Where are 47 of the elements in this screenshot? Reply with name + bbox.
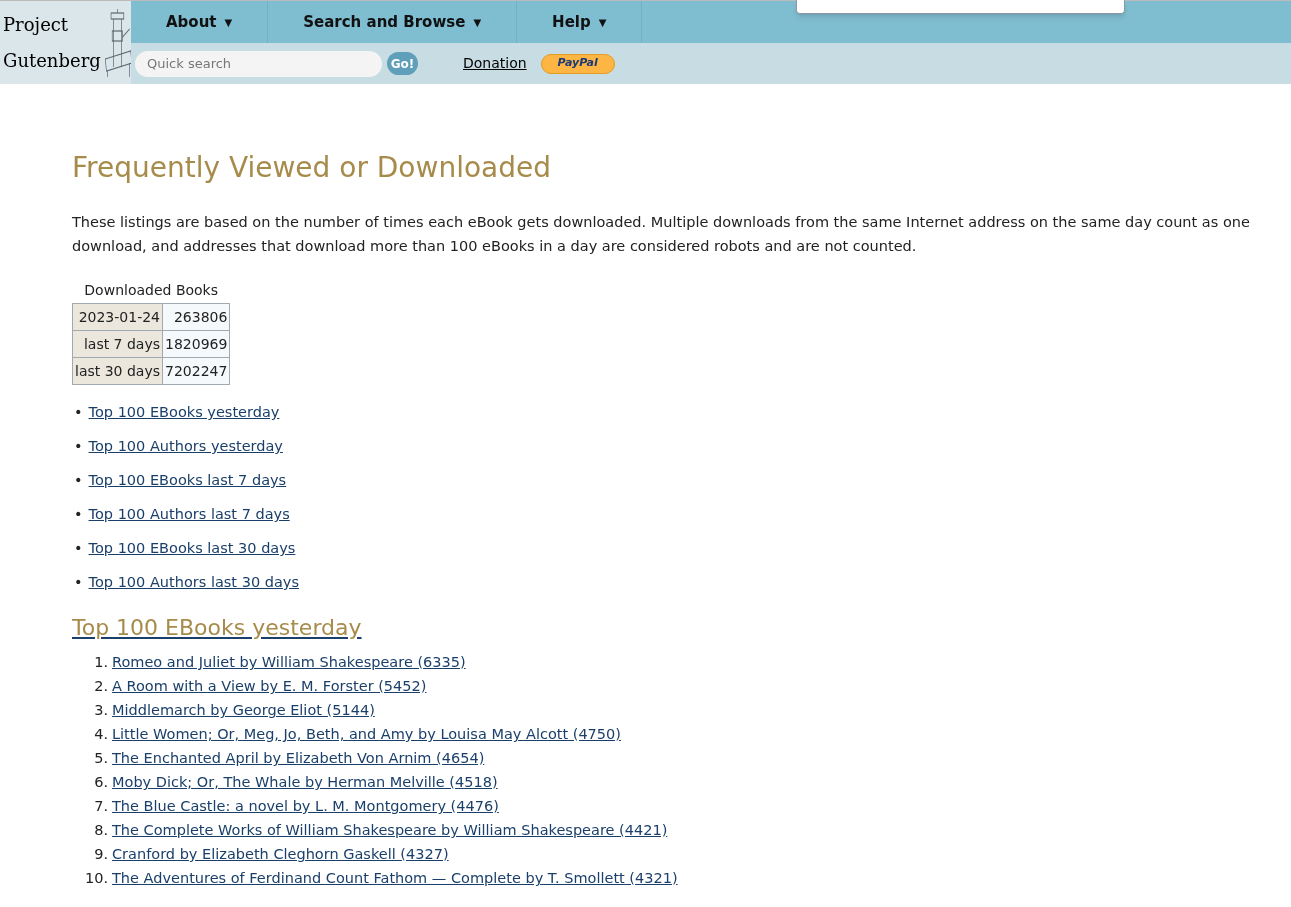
table-header-cell: last 30 days bbox=[72, 357, 163, 385]
list-number: 1. bbox=[93, 653, 109, 673]
book-link[interactable]: Cranford by Elizabeth Cleghorn Gaskell (4327) bbox=[112, 844, 449, 866]
book-link[interactable]: A Room with a View by E. M. Forster (5452) bbox=[112, 676, 427, 698]
listing-link[interactable]: Top 100 EBooks last 30 days bbox=[88, 538, 296, 560]
logo-text: Gutenberg bbox=[3, 48, 101, 73]
bullet: • bbox=[74, 403, 83, 423]
table-header-cell: last 7 days bbox=[72, 330, 163, 358]
list-number: 2. bbox=[93, 677, 109, 697]
search-field[interactable]: Quick search bbox=[135, 50, 382, 77]
donation-link[interactable]: Donation bbox=[463, 53, 527, 74]
listing-link[interactable]: Top 100 Authors yesterday bbox=[88, 436, 283, 458]
bullet: • bbox=[74, 437, 83, 457]
table-cell: 7202247 bbox=[162, 357, 230, 385]
list-number: 8. bbox=[93, 821, 109, 841]
paypal-button[interactable]: PayPal bbox=[540, 53, 615, 74]
bullet: • bbox=[74, 505, 83, 525]
book-link[interactable]: The Complete Works of William Shakespeare by William Shakespeare (4421) bbox=[112, 820, 668, 842]
bullet: • bbox=[74, 539, 83, 559]
bullet: • bbox=[74, 471, 83, 491]
list-number: 7. bbox=[93, 797, 109, 817]
list-number: 9. bbox=[93, 845, 109, 865]
list-number: 4. bbox=[93, 725, 109, 745]
table-caption: Downloaded Books bbox=[83, 281, 220, 300]
table-cell: 1820969 bbox=[162, 330, 230, 358]
book-link[interactable]: Moby Dick; Or, The Whale by Herman Melville (4518) bbox=[112, 772, 498, 794]
listing-link[interactable]: Top 100 Authors last 30 days bbox=[88, 572, 299, 594]
list-number: 3. bbox=[93, 701, 109, 721]
site-logo[interactable]: Project Gutenberg bbox=[0, 1, 131, 84]
table-cell: 263806 bbox=[162, 303, 230, 331]
book-link[interactable]: Romeo and Juliet by William Shakespeare (6335) bbox=[112, 652, 466, 674]
listing-link[interactable]: Top 100 Authors last 7 days bbox=[88, 504, 290, 526]
list-number: 10. bbox=[83, 869, 109, 889]
book-link[interactable]: The Adventures of Ferdinand Count Fathom — Complete by T. Smollett (4321) bbox=[112, 868, 678, 890]
book-link[interactable]: Middlemarch by George Eliot (5144) bbox=[112, 700, 375, 722]
table-header-cell: 2023-01-24 bbox=[72, 303, 163, 331]
list-number: 5. bbox=[93, 749, 109, 769]
bullet: • bbox=[74, 573, 83, 593]
book-link[interactable]: Little Women; Or, Meg, Jo, Beth, and Amy by Louisa May Alcott (4750) bbox=[112, 724, 621, 746]
list-number: 6. bbox=[93, 773, 109, 793]
intro-paragraph: These listings are based on the number of times each eBook gets downloaded. Multiple downloads from the same Internet address on the same day count as one download, and addresses that download more than 100 eBooks in a day are considered robots and are not counted. bbox=[72, 213, 1251, 256]
listing-link[interactable]: Top 100 EBooks last 7 days bbox=[88, 470, 287, 492]
listing-link[interactable]: Top 100 EBooks yesterday bbox=[88, 402, 280, 424]
logo-text: Project bbox=[3, 12, 69, 37]
book-link[interactable]: The Enchanted April by Elizabeth Von Arnim (4654) bbox=[112, 748, 485, 770]
book-link[interactable]: The Blue Castle: a novel by L. M. Montgomery (4476) bbox=[112, 796, 499, 818]
page-heading: Frequently Viewed or Downloaded bbox=[72, 150, 552, 186]
